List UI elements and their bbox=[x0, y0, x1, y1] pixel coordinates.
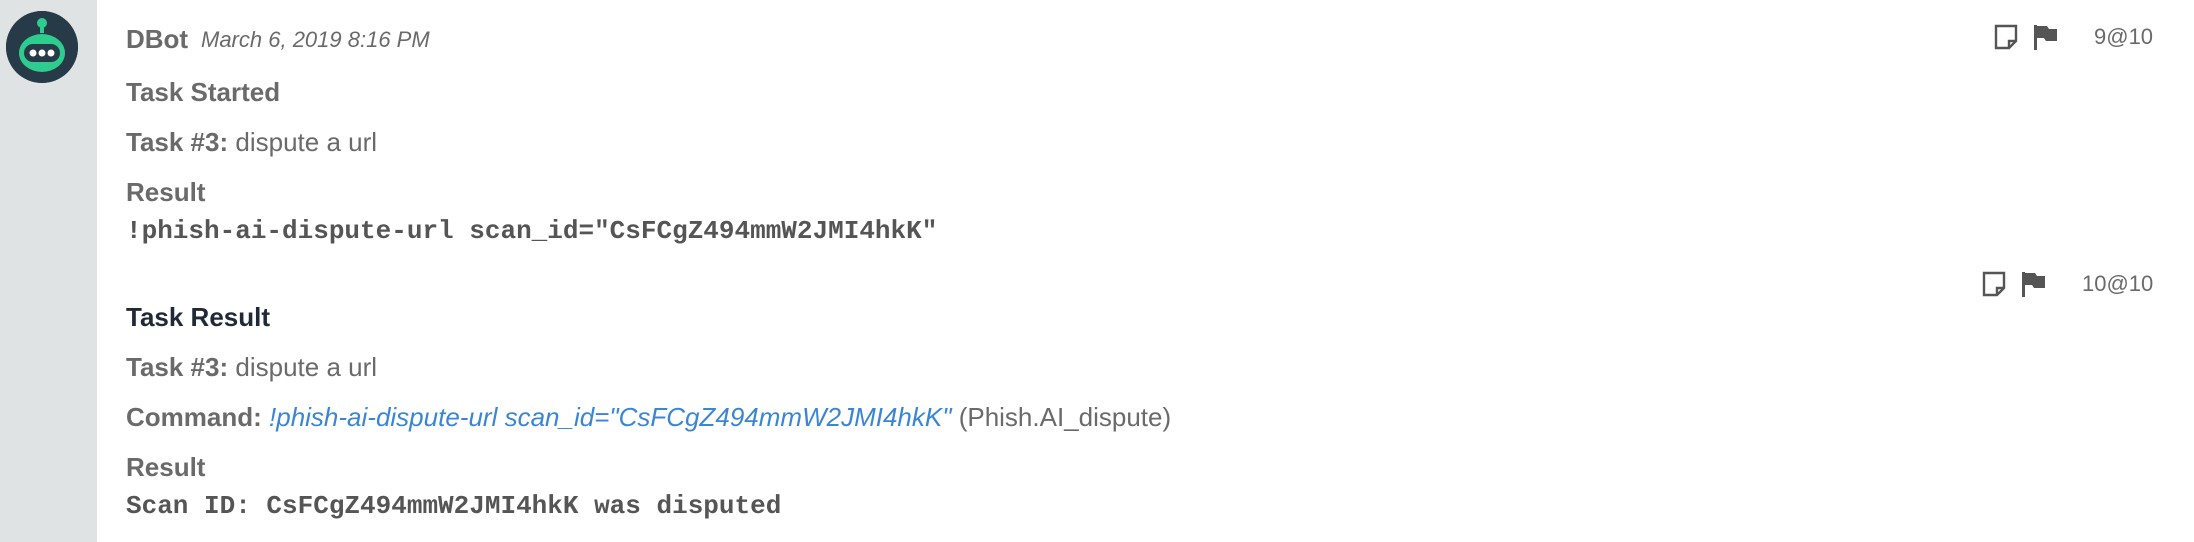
task-result-heading: Task Result bbox=[126, 302, 271, 332]
sender-name: DBot bbox=[126, 24, 189, 54]
command-label: Command: bbox=[126, 402, 262, 432]
task-line: Task #3: dispute a url bbox=[126, 127, 377, 158]
task-label: Task #3: bbox=[126, 352, 229, 382]
message-timestamp: March 6, 2019 8:16 PM bbox=[201, 27, 430, 52]
result-label: Result bbox=[126, 452, 206, 482]
entry-actions: 9@10 bbox=[1994, 24, 2153, 50]
note-icon[interactable] bbox=[1982, 271, 2006, 297]
task-name: dispute a url bbox=[235, 127, 378, 157]
command-line: Command: !phish-ai-dispute-url scan_id="… bbox=[126, 402, 1171, 433]
flag-icon[interactable] bbox=[2032, 24, 2058, 50]
command-source: (Phish.AI_dispute) bbox=[958, 402, 1172, 432]
task-label: Task #3: bbox=[126, 127, 229, 157]
flag-icon[interactable] bbox=[2020, 271, 2046, 297]
task-line: Task #3: dispute a url bbox=[126, 352, 377, 383]
task-name: dispute a url bbox=[235, 352, 378, 382]
note-icon[interactable] bbox=[1994, 24, 2018, 50]
result-text: !phish-ai-dispute-url scan_id="CsFCgZ494… bbox=[126, 216, 938, 246]
command-link[interactable]: !phish-ai-dispute-url scan_id="CsFCgZ494… bbox=[269, 402, 951, 432]
entry-actions: 10@10 bbox=[1982, 271, 2153, 297]
result-label: Result bbox=[126, 177, 206, 207]
result-text: Scan ID: CsFCgZ494mmW2JMI4hkK was disput… bbox=[126, 491, 782, 521]
robot-avatar-icon[interactable] bbox=[6, 11, 78, 83]
entry-count: 10@10 bbox=[2082, 271, 2154, 296]
task-started-heading: Task Started bbox=[126, 77, 281, 107]
entry-count: 9@10 bbox=[2094, 24, 2154, 49]
